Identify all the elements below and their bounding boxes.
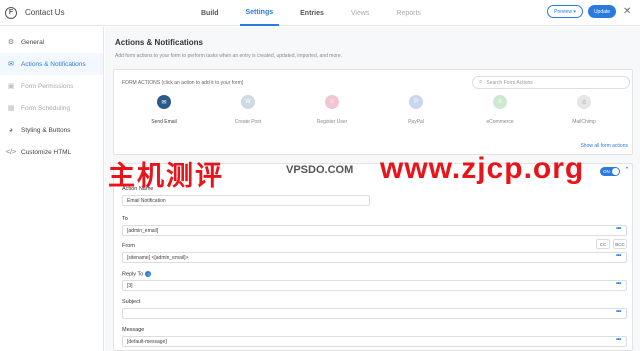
action-label: Send Email	[151, 119, 177, 125]
tab-entries[interactable]: Entries	[294, 0, 330, 26]
subject-label: Subject	[122, 299, 141, 305]
to-label: To	[122, 216, 128, 222]
paypal-icon: P	[409, 95, 423, 109]
email-icon: ✉	[157, 95, 171, 109]
tab-build[interactable]: Build	[195, 0, 225, 26]
form-actions-panel: FORM ACTIONS (click an action to add it …	[113, 69, 633, 155]
action-label: eCommerce	[486, 119, 514, 125]
watermark-mid-text: VPSDO.COM	[283, 164, 357, 176]
action-list: ✉ Send Email W Create Post ☺ Register Us…	[134, 95, 614, 131]
sidebar-item-general[interactable]: ⚙ General	[0, 31, 103, 53]
update-button[interactable]: Update	[588, 5, 616, 18]
reply-to-text: Reply To	[122, 271, 144, 278]
sidebar-item-form-scheduling[interactable]: ▦ Form Scheduling	[0, 97, 103, 119]
action-label: PayPal	[408, 119, 424, 125]
user-icon: ☺	[325, 95, 339, 109]
settings-sidebar: ⚙ General ✉ Actions & Notifications ▣ Fo…	[0, 27, 104, 351]
action-send-email[interactable]: ✉ Send Email	[134, 95, 194, 131]
gear-icon: ⚙	[7, 39, 15, 46]
message-field[interactable]: [default-message]	[122, 336, 627, 347]
form-title: Contact Us	[25, 8, 65, 17]
action-mailchimp[interactable]: ☃ MailChimp	[554, 95, 614, 131]
sidebar-item-label: Customize HTML	[21, 148, 72, 156]
sidebar-item-label: Form Scheduling	[21, 104, 71, 112]
chevron-up-icon[interactable]: ⌃	[624, 166, 630, 174]
sidebar-item-actions-notifications[interactable]: ✉ Actions & Notifications	[0, 53, 103, 75]
action-label: Register User	[316, 119, 348, 125]
form-actions-label: FORM ACTIONS (click an action to add it …	[122, 80, 244, 86]
action-paypal[interactable]: P PayPal	[386, 95, 446, 131]
watermark-url-text: www.zjcp.org	[380, 152, 585, 185]
mailchimp-icon: ☃	[577, 95, 591, 109]
bcc-button[interactable]: BCC	[613, 239, 627, 249]
action-create-post[interactable]: W Create Post	[218, 95, 278, 131]
calendar-icon: ▦	[7, 105, 15, 112]
action-label: Create Post	[234, 119, 262, 125]
sidebar-item-label: Styling & Buttons	[21, 126, 71, 134]
reply-to-label: Reply To?	[122, 271, 152, 278]
wordpress-icon: W	[241, 95, 255, 109]
tab-views[interactable]: Views	[345, 0, 376, 26]
sidebar-item-styling-buttons[interactable]: ◕ Styling & Buttons	[0, 119, 103, 141]
sidebar-item-label: Actions & Notifications	[21, 60, 86, 68]
sidebar-item-form-permissions[interactable]: ▣ Form Permissions	[0, 75, 103, 97]
tab-reports[interactable]: Reports	[390, 0, 427, 26]
help-icon[interactable]: ?	[145, 271, 152, 277]
sidebar-item-label: Form Permissions	[21, 82, 74, 90]
sidebar-item-label: General	[21, 38, 45, 46]
action-toggle[interactable]: ON	[600, 167, 620, 176]
page-title: Actions & Notifications	[115, 38, 204, 47]
more-icon[interactable]: •••	[616, 253, 621, 259]
search-icon: ⌕	[479, 79, 483, 85]
bell-icon: ✉	[8, 61, 14, 68]
more-icon[interactable]: •••	[616, 309, 621, 315]
sidebar-item-customize-html[interactable]: </> Customize HTML	[0, 141, 103, 163]
show-all-actions-link[interactable]: Show all form actions	[580, 143, 628, 149]
action-ecommerce[interactable]: ≡ eCommerce	[470, 95, 530, 131]
more-icon[interactable]: •••	[616, 337, 621, 343]
search-placeholder: Search Form Actions	[486, 79, 533, 86]
cart-icon: ≡	[493, 95, 507, 109]
cc-button[interactable]: CC	[596, 239, 610, 249]
message-label: Message	[122, 327, 145, 333]
lock-icon: ▣	[7, 83, 15, 90]
top-bar: F Contact Us Build Settings Entries View…	[0, 0, 640, 26]
more-icon[interactable]: •••	[616, 226, 621, 232]
watermark: 主机测评 VPSDO.COM www.zjcp.org	[108, 152, 583, 194]
tab-settings[interactable]: Settings	[239, 0, 280, 26]
reply-to-field[interactable]: [3]	[122, 280, 627, 291]
from-label: From	[122, 243, 135, 249]
page-description: Add form actions to your form to perform…	[115, 53, 343, 59]
watermark-cn-text: 主机测评	[108, 161, 224, 192]
to-field[interactable]: [admin_email]	[122, 225, 627, 236]
more-icon[interactable]: •••	[616, 281, 621, 287]
palette-icon: ◕	[8, 126, 14, 134]
formidable-logo-icon[interactable]: F	[5, 6, 17, 19]
close-icon[interactable]: ✕	[623, 6, 631, 17]
top-tabs: Build Settings Entries Views Reports	[195, 0, 442, 26]
action-label: MailChimp	[572, 119, 596, 125]
code-icon: </>	[6, 148, 17, 156]
from-field[interactable]: [sitename] <[admin_email]>	[122, 252, 627, 263]
search-input[interactable]: ⌕ Search Form Actions	[472, 76, 630, 89]
action-register-user[interactable]: ☺ Register User	[302, 95, 362, 131]
subject-field[interactable]	[122, 308, 627, 319]
preview-button[interactable]: Preview ▾	[547, 5, 583, 18]
action-name-field[interactable]: Email Notification	[122, 195, 370, 206]
